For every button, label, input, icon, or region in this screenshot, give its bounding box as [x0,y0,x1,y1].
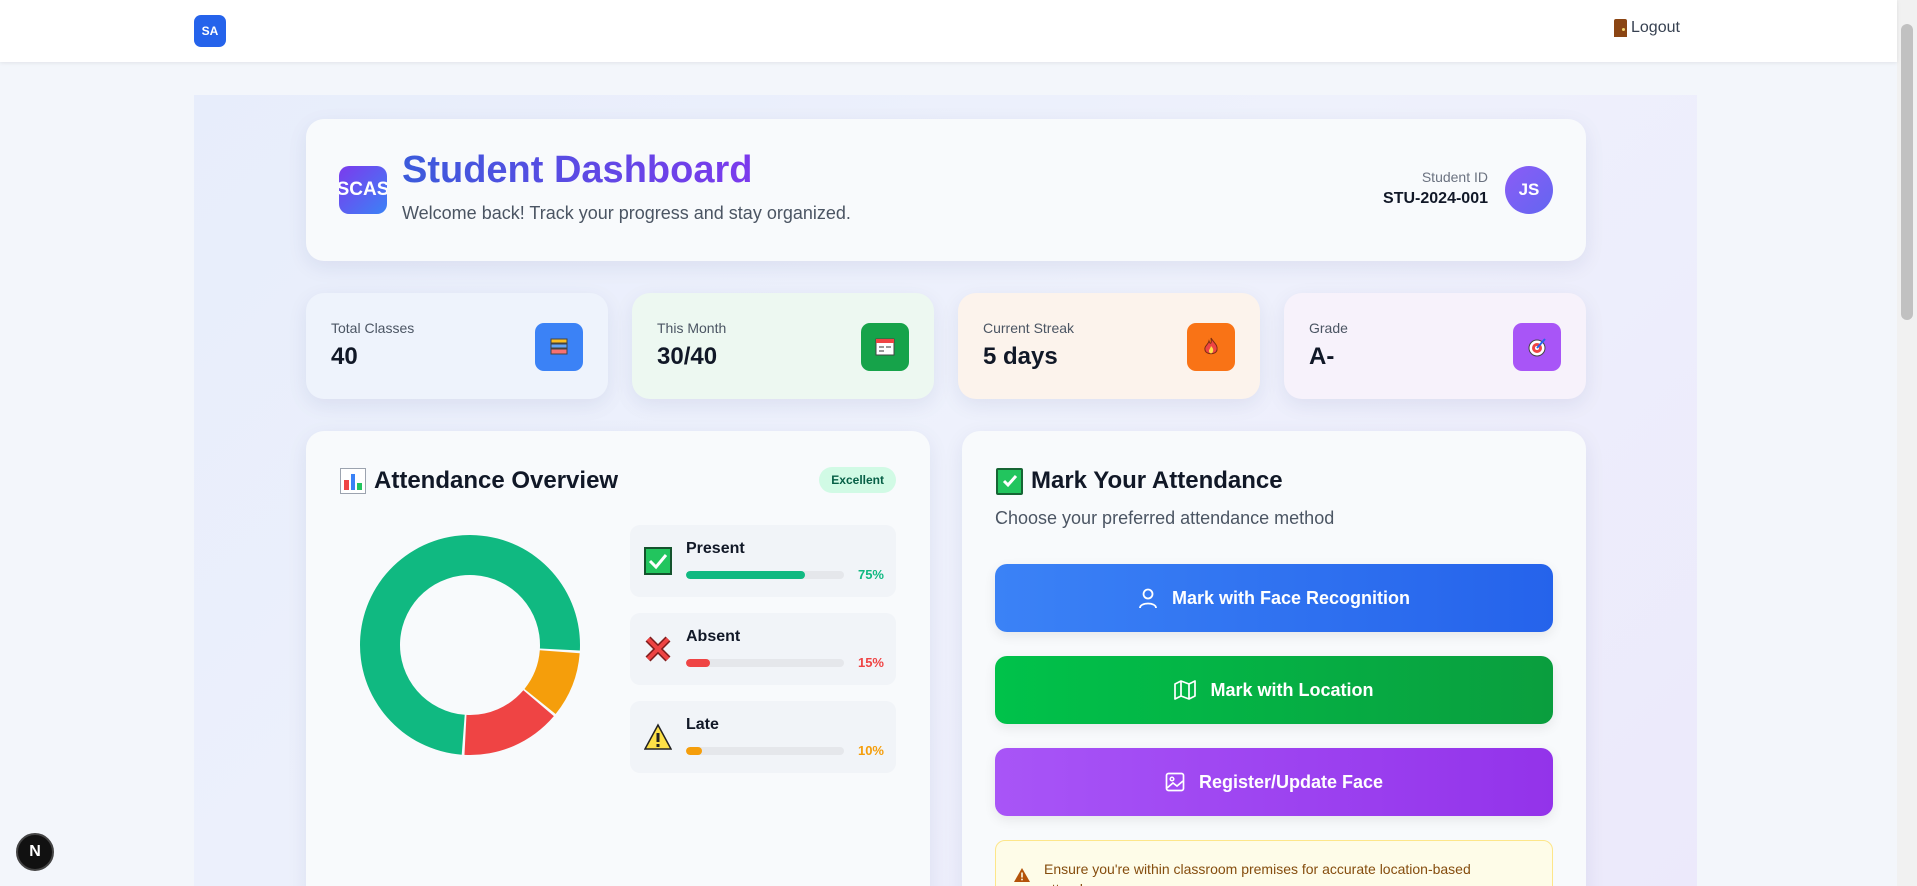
cross-mark-icon [644,635,672,663]
app-logo[interactable]: SA [194,15,226,47]
mark-location-button[interactable]: Mark with Location [995,656,1553,724]
stat-value: 40 [331,343,358,370]
target-icon [1513,323,1561,371]
section-title-text: Attendance Overview [374,467,619,494]
stat-card-total-classes: Total Classes 40 [306,293,608,399]
legend-label: Present [686,540,745,557]
warning-icon [644,723,672,751]
location-warning: Ensure you're within classroom premises … [995,840,1553,886]
legend-item-late: Late 10% [630,701,896,773]
progress-bar [686,571,844,579]
stat-value: A- [1309,343,1335,370]
scrollbar-thumb[interactable] [1901,24,1913,320]
header-logo: SCAS [339,166,387,214]
page-title: Student Dashboard [402,149,753,191]
legend-percent: 75% [857,567,884,582]
legend-label: Absent [686,628,741,645]
student-id-value: STU-2024-001 [1383,190,1488,207]
avatar[interactable]: JS [1505,166,1553,214]
calendar-icon [861,323,909,371]
user-icon [1139,588,1157,609]
scrollbar[interactable] [1897,0,1917,886]
fire-icon [1187,323,1235,371]
stat-label: Grade [1309,320,1348,336]
section-title-text: Mark Your Attendance [1031,467,1283,494]
stat-label: Total Classes [331,320,415,336]
stat-card-grade: Grade A- [1284,293,1586,399]
stat-card-this-month: This Month 30/40 [632,293,934,399]
stat-value: 5 days [983,343,1058,370]
door-icon [1614,19,1627,37]
button-label: Mark with Face Recognition [1171,587,1411,608]
attendance-overview-card: Attendance Overview Excellent Present 75… [306,431,930,886]
mark-face-recognition-button[interactable]: Mark with Face Recognition [995,564,1553,632]
button-label: Mark with Location [1210,679,1374,700]
stat-card-current-streak: Current Streak 5 days [958,293,1260,399]
books-icon [535,323,583,371]
top-navbar: SA Logout [0,0,1897,62]
stat-label: Current Streak [983,320,1075,336]
progress-bar [686,747,844,755]
page-subtitle: Welcome back! Track your progress and st… [402,203,851,223]
attendance-donut-chart [360,535,580,755]
stat-value: 30/40 [657,343,718,370]
progress-bar [686,659,844,667]
check-mark-icon [644,547,672,575]
status-badge: Excellent [819,467,896,493]
progress-fill [686,747,702,755]
stat-label: This Month [657,320,727,336]
student-id-label: Student ID [1421,169,1488,185]
progress-fill [686,659,710,667]
bar-chart-icon [340,468,366,494]
image-icon [1165,772,1185,792]
check-box-icon [996,467,1023,495]
progress-fill [686,571,805,579]
dev-tools-badge[interactable]: N [16,833,54,871]
dashboard-header: SCAS Student Dashboard Welcome back! Tra… [306,119,1586,261]
logout-label: Logout [1631,19,1680,36]
legend-item-present: Present 75% [630,525,896,597]
legend-label: Late [686,716,719,733]
logout-button[interactable]: Logout [1614,19,1680,37]
mark-attendance-subtitle: Choose your preferred attendance method [995,508,1335,528]
mark-attendance-card: Mark Your Attendance Choose your preferr… [962,431,1586,886]
warning-icon [1014,868,1030,882]
register-face-button[interactable]: Register/Update Face [995,748,1553,816]
legend-item-absent: Absent 15% [630,613,896,685]
map-icon [1174,680,1197,700]
legend-percent: 10% [857,743,884,758]
mark-attendance-title: Mark Your Attendance [996,467,1283,495]
attendance-overview-title: Attendance Overview [340,467,618,495]
legend-percent: 15% [857,655,884,670]
button-label: Register/Update Face [1198,771,1384,792]
warning-text: Ensure you're within classroom premises … [1044,861,1471,886]
